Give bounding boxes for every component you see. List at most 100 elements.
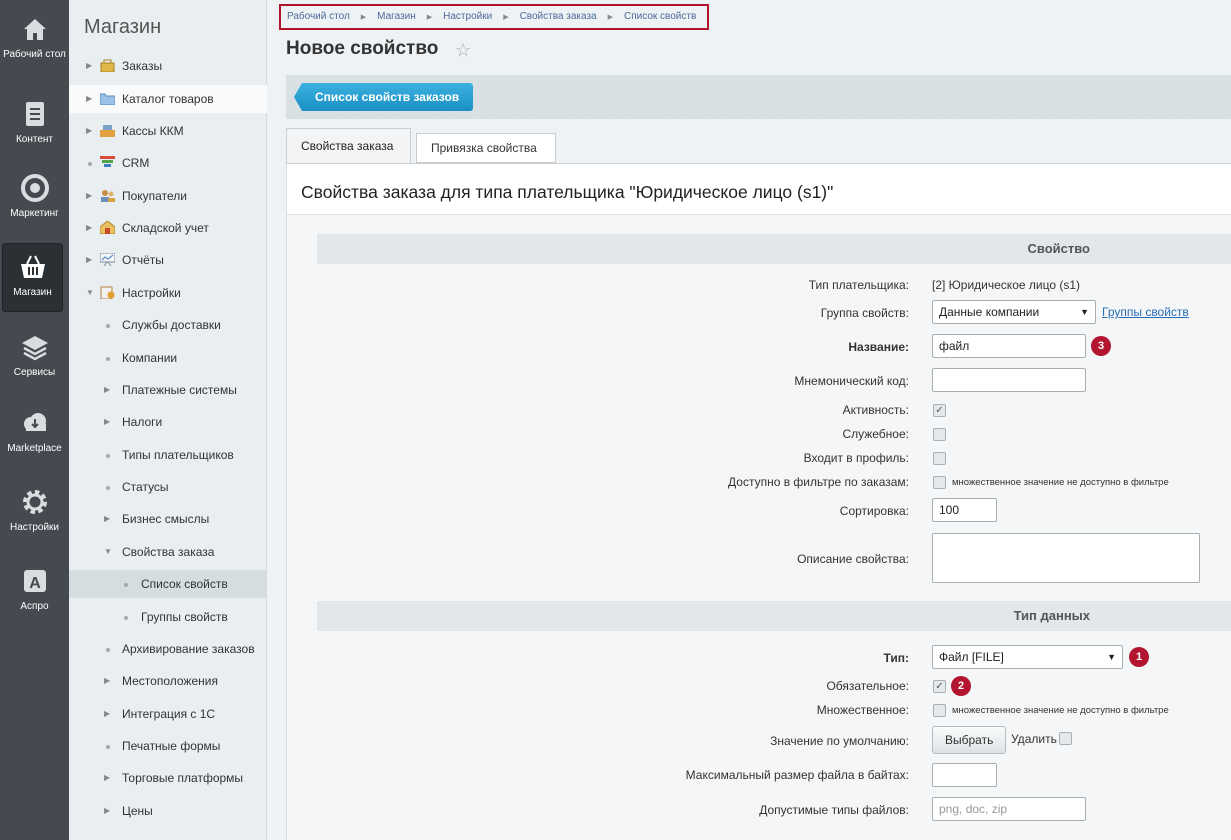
sort-label: Сортировка:: [839, 504, 909, 518]
service-label: Служебное:: [842, 427, 909, 441]
file-types-input[interactable]: png, doc, zip: [932, 797, 1086, 821]
menu-item-catalog[interactable]: ▶ Каталог товаров: [69, 85, 267, 113]
max-size-input[interactable]: [932, 763, 997, 787]
breadcrumb-item[interactable]: Список свойств: [624, 11, 696, 22]
breadcrumb-item[interactable]: Свойства заказа: [520, 11, 597, 22]
collapse-arrow-icon[interactable]: ▼: [104, 538, 112, 566]
property-group-label: Группа свойств:: [820, 306, 909, 320]
menu-item-locations[interactable]: ▶ Местоположения: [69, 667, 267, 695]
menu-item-taxes[interactable]: ▶ Налоги: [69, 408, 267, 436]
active-checkbox[interactable]: ✓: [933, 404, 946, 417]
nav-shop[interactable]: Магазин: [2, 243, 63, 312]
service-checkbox[interactable]: [933, 428, 946, 441]
collapse-arrow-icon[interactable]: ▼: [86, 279, 94, 307]
menu-item-prices[interactable]: ▶ Цены: [69, 797, 267, 825]
menu-item-label: Статусы: [122, 480, 169, 494]
nav-marketplace-label: Marketplace: [7, 443, 62, 454]
nav-content[interactable]: Контент: [0, 99, 69, 145]
menu-item-payer-types[interactable]: Типы плательщиков: [69, 441, 267, 469]
property-groups-link[interactable]: Группы свойств: [1102, 305, 1189, 319]
menu-item-label: Кассы ККМ: [122, 124, 184, 138]
menu-item-label: Компании: [122, 351, 178, 365]
menu-item-1c-integration[interactable]: ▶ Интеграция с 1С: [69, 700, 267, 728]
menu-item-label: Отчёты: [122, 253, 164, 267]
menu-item-crm[interactable]: CRM: [69, 149, 267, 177]
menu-item-property-list[interactable]: Список свойств: [69, 570, 267, 598]
menu-title: Магазин: [84, 16, 162, 38]
nav-desktop[interactable]: Рабочий стол: [0, 14, 69, 60]
multiple-checkbox[interactable]: [933, 704, 946, 717]
select-value: Файл [FILE]: [939, 650, 1004, 664]
property-group-select[interactable]: Данные компании ▼: [932, 300, 1096, 324]
expand-arrow-icon[interactable]: ▶: [86, 85, 92, 113]
toolbar: Список свойств заказов: [286, 75, 1231, 119]
expand-arrow-icon[interactable]: ▶: [104, 700, 110, 728]
choose-file-button[interactable]: Выбрать: [932, 726, 1007, 754]
sort-input[interactable]: 100: [932, 498, 997, 522]
expand-arrow-icon[interactable]: ▶: [86, 117, 92, 145]
expand-arrow-icon[interactable]: ▶: [104, 667, 110, 695]
bag-icon: [100, 59, 115, 72]
menu-item-label: Платежные системы: [122, 383, 237, 397]
annotation-badge-2: 2: [951, 676, 971, 696]
menu-item-companies[interactable]: Компании: [69, 344, 267, 372]
expand-arrow-icon[interactable]: ▶: [86, 214, 92, 242]
nav-services-label: Сервисы: [13, 367, 56, 378]
menu-item-label: Печатные формы: [122, 739, 221, 753]
menu-item-statuses[interactable]: Статусы: [69, 473, 267, 501]
expand-arrow-icon[interactable]: ▶: [86, 182, 92, 210]
type-select[interactable]: Файл [FILE] ▼: [932, 645, 1123, 669]
menu-item-business-meanings[interactable]: ▶ Бизнес смыслы: [69, 505, 267, 533]
menu-item-order-properties[interactable]: ▼ Свойства заказа: [69, 538, 267, 566]
layers-icon: [21, 336, 48, 361]
menu-item-trading-platforms[interactable]: ▶ Торговые платформы: [69, 764, 267, 792]
back-to-list-button[interactable]: Список свойств заказов: [294, 83, 474, 111]
expand-arrow-icon[interactable]: ▶: [104, 797, 110, 825]
tab-order-properties[interactable]: Свойства заказа: [286, 128, 411, 163]
menu-item-warehouse[interactable]: ▶ Складской учет: [69, 214, 267, 242]
menu-item-property-groups[interactable]: Группы свойств: [69, 603, 267, 631]
section-header-data-type: Тип данных: [317, 601, 1231, 631]
expand-arrow-icon[interactable]: ▶: [104, 764, 110, 792]
breadcrumb-item[interactable]: Магазин: [377, 11, 416, 22]
menu-item-order-archive[interactable]: Архивирование заказов: [69, 635, 267, 663]
tab-property-binding[interactable]: Привязка свойства: [416, 133, 556, 163]
menu-item-payment-systems[interactable]: ▶ Платежные системы: [69, 376, 267, 404]
menu-item-label: Покупатели: [122, 189, 187, 203]
breadcrumb-item[interactable]: Настройки: [443, 11, 492, 22]
profile-checkbox[interactable]: [933, 452, 946, 465]
menu-item-orders[interactable]: ▶ Заказы: [69, 52, 267, 80]
nav-services[interactable]: Сервисы: [0, 332, 69, 378]
code-input[interactable]: [932, 368, 1086, 392]
menu-item-kkm[interactable]: ▶ Кассы ККМ: [69, 117, 267, 145]
expand-arrow-icon[interactable]: ▶: [86, 246, 92, 274]
name-input[interactable]: файл: [932, 334, 1086, 358]
star-icon[interactable]: ☆: [455, 40, 471, 61]
menu-item-label: Складской учет: [122, 221, 209, 235]
menu-item-delivery[interactable]: Службы доставки: [69, 311, 267, 339]
left-icon-bar: Рабочий стол Контент Маркетинг Магазин С…: [0, 0, 69, 840]
expand-arrow-icon[interactable]: ▶: [86, 52, 92, 80]
filter-checkbox[interactable]: [933, 476, 946, 489]
expand-arrow-icon[interactable]: ▶: [104, 408, 110, 436]
multiple-note: множественное значение не доступно в фил…: [952, 705, 1169, 716]
delete-checkbox[interactable]: [1059, 732, 1072, 745]
nav-settings[interactable]: Настройки: [0, 487, 69, 533]
annotation-badge-1: 1: [1129, 647, 1149, 667]
expand-arrow-icon[interactable]: ▶: [104, 505, 110, 533]
menu-item-reports[interactable]: ▶ Отчёты: [69, 246, 267, 274]
nav-marketing[interactable]: Маркетинг: [0, 173, 69, 219]
menu-item-customers[interactable]: ▶ Покупатели: [69, 182, 267, 210]
nav-marketplace[interactable]: Marketplace: [0, 408, 69, 454]
dropdown-arrow-icon: ▼: [1107, 652, 1116, 662]
nav-aspro[interactable]: A Аспро: [0, 566, 69, 612]
required-checkbox[interactable]: ✓: [933, 680, 946, 693]
chart-board-icon: [100, 253, 115, 266]
expand-arrow-icon[interactable]: ▶: [104, 376, 110, 404]
bullet-icon: [106, 357, 110, 361]
menu-item-settings[interactable]: ▼ Настройки: [69, 279, 267, 307]
menu-item-label: Группы свойств: [141, 610, 228, 624]
menu-item-print-forms[interactable]: Печатные формы: [69, 732, 267, 760]
breadcrumb-item[interactable]: Рабочий стол: [287, 11, 350, 22]
description-textarea[interactable]: [932, 533, 1200, 583]
